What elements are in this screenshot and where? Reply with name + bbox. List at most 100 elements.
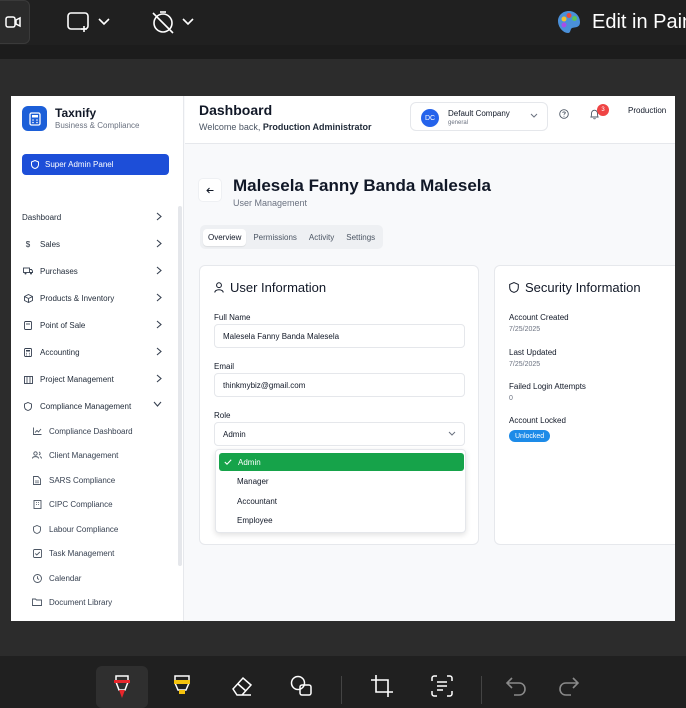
sidebar-item-compliance-management[interactable]: Compliance Management [22,398,162,414]
sidebar-subitem-label: Compliance Dashboard [49,426,133,436]
chevron-right-icon [156,212,162,221]
sidebar-item-project-management[interactable]: Project Management [22,371,162,387]
redo-button[interactable] [551,668,587,704]
chevron-down-icon [448,431,456,436]
highlighter-tool-button[interactable] [164,668,200,704]
security-information-title: Security Information [509,280,641,295]
account-created-value: 7/25/2025 [509,326,541,333]
eraser-icon [232,676,253,696]
building-icon [31,499,43,509]
user-name-heading: Malesela Fanny Banda Malesela [233,176,491,195]
sidebar-item-sales[interactable]: $ Sales [22,236,162,252]
user-information-title-text: User Information [230,280,327,295]
account-locked-label: Account Locked [509,416,566,425]
sidebar-item-accounting[interactable]: Accounting [22,344,162,360]
sidebar-subitem-compliance-dashboard[interactable]: Compliance Dashboard [31,424,171,438]
role-option-admin[interactable]: Admin [219,453,464,471]
company-selector[interactable]: DC Default Company general [410,102,548,131]
full-name-field[interactable]: Malesela Fanny Banda Malesela [214,324,465,348]
sidebar-subitem-cipc-compliance[interactable]: CIPC Compliance [31,497,171,511]
pen-tool-button[interactable] [96,666,148,708]
shapes-tool-button[interactable] [284,668,320,704]
edit-in-paint-button[interactable]: Edit in Paint [556,8,686,36]
security-information-title-text: Security Information [525,280,641,295]
help-icon[interactable] [559,109,569,119]
email-field[interactable]: thinkmybiz@gmail.com [214,373,465,397]
sidebar-scrollbar[interactable] [178,206,182,566]
tab-permissions[interactable]: Permissions [248,229,302,246]
role-option-employee[interactable]: Employee [219,511,464,529]
failed-login-value: 0 [509,395,513,402]
tab-overview[interactable]: Overview [203,228,247,246]
text-actions-icon [431,675,453,697]
file-icon [31,475,43,485]
folder-icon [31,598,43,606]
sidebar-subitem-label: Labour Compliance [49,524,119,534]
undo-icon [505,677,526,696]
sidebar-subitem-document-library[interactable]: Document Library [31,595,171,609]
role-option-accountant[interactable]: Accountant [219,492,464,510]
calculator-icon [22,347,34,357]
sidebar-subitem-label: Calendar [49,573,82,583]
chevron-down-icon [182,18,194,26]
sidebar-item-label: Sales [40,239,61,249]
sidebar-subitem-client-management[interactable]: Client Management [31,448,171,462]
sidebar-item-label: Compliance Management [40,401,132,411]
snip-mode-button[interactable] [66,8,110,36]
checkbox-icon [31,548,43,558]
welcome-name: Production Administrator [262,122,372,132]
crop-tool-button[interactable] [364,668,400,704]
role-option-label: Admin [238,457,261,467]
role-select[interactable]: Admin [214,422,465,446]
sidebar-item-label: Dashboard [22,212,62,222]
super-admin-panel-button[interactable]: Super Admin Panel [22,154,169,175]
back-button[interactable] [199,179,221,201]
sidebar-item-dashboard[interactable]: Dashboard [22,209,162,225]
crop-icon [371,675,393,697]
sidebar-subitem-labour-compliance[interactable]: Labour Compliance [31,522,171,536]
redo-icon [559,677,580,696]
sidebar-item-label: Project Management [40,374,114,384]
users-icon [31,451,43,459]
sidebar-subitem-calendar[interactable]: Calendar [31,571,171,585]
snip-bottom-toolbar [0,656,686,708]
highlighter-icon [174,675,190,694]
role-option-manager[interactable]: Manager [219,472,464,490]
terminal-icon [22,320,34,330]
brand[interactable]: Taxnify Business & Compliance [22,106,139,132]
user-menu-label[interactable]: Production [628,106,666,115]
app-header: Dashboard Welcome back, Production Admin… [185,96,675,144]
brand-subtitle: Business & Compliance [55,121,140,130]
user-tabs: Overview Permissions Activity Settings [200,225,384,249]
check-icon [224,459,232,465]
building-icon [22,375,34,384]
video-mode-button[interactable] [0,0,30,44]
super-admin-panel-label: Super Admin Panel [45,160,114,169]
page-subtitle: User Management [233,198,308,208]
user-icon [214,282,224,293]
snip-delay-button[interactable] [150,8,194,36]
chevron-down-icon [153,401,162,407]
sidebar-item-purchases[interactable]: Purchases [22,263,162,279]
company-name: Default Company [448,109,510,118]
sidebar-item-label: Point of Sale [40,320,86,330]
tab-activity[interactable]: Activity [304,229,339,246]
sidebar-item-products-inventory[interactable]: Products & Inventory [22,290,162,306]
tab-settings[interactable]: Settings [341,229,380,246]
edit-in-paint-label: Edit in Paint [592,10,686,33]
role-dropdown: Admin Manager Accountant Employee [215,449,466,533]
sidebar-subitem-task-management[interactable]: Task Management [31,546,171,560]
sidebar-subitem-sars-compliance[interactable]: SARS Compliance [31,473,171,487]
clock-icon [31,573,43,583]
box-icon [22,293,34,303]
text-actions-button[interactable] [424,668,460,704]
sidebar-subitem-label: CIPC Compliance [49,499,113,509]
email-label: Email [214,362,235,371]
sidebar-item-point-of-sale[interactable]: Point of Sale [22,317,162,333]
chevron-right-icon [156,320,162,329]
eraser-tool-button[interactable] [224,668,260,704]
rectangle-snip-icon [67,12,89,32]
undo-button[interactable] [498,668,534,704]
shield-icon [509,282,519,293]
video-icon [5,16,21,28]
